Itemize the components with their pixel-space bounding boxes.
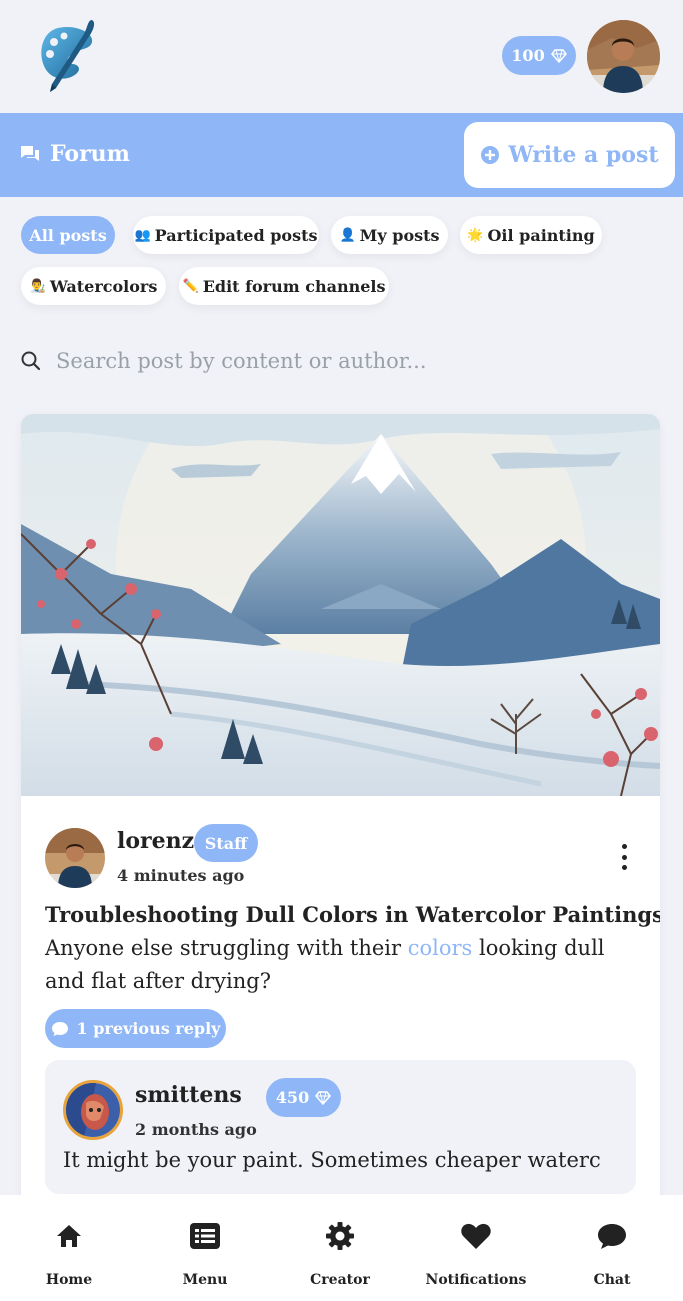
filter-chip-watercolors[interactable]: 👨‍🎨 Watercolors — [21, 267, 166, 305]
gem-balance-value: 100 — [511, 46, 545, 65]
people-icon: 👥 — [134, 227, 151, 243]
forum-chat-icon — [21, 146, 39, 161]
search-input[interactable]: Search post by content or author... — [56, 349, 427, 373]
plus-circle-icon — [481, 146, 500, 164]
nav-home[interactable]: Home — [1, 1195, 137, 1301]
post-title[interactable]: Troubleshooting Dull Colors in Watercolo… — [45, 902, 660, 927]
diamond-icon — [315, 1090, 332, 1105]
reply-timestamp: 2 months ago — [135, 1120, 257, 1139]
bottom-navigation: Home Menu Creator Notifications Chat — [0, 1195, 683, 1301]
nav-creator[interactable]: Creator — [272, 1195, 408, 1301]
top-bar: 100 — [0, 0, 683, 113]
forum-title: Forum — [20, 141, 130, 167]
artist-icon: 👨‍🎨 — [29, 278, 46, 294]
menu-list-icon — [190, 1223, 220, 1249]
reply-author-avatar[interactable] — [63, 1080, 123, 1140]
filter-chip-all-posts[interactable]: All posts — [21, 216, 115, 254]
post-author-name[interactable]: lorenz — [117, 828, 194, 854]
reply-text: It might be your paint. Sometimes cheape… — [63, 1148, 601, 1172]
pencil-icon: ✏️ — [182, 278, 199, 294]
reply-author-name[interactable]: smittens — [135, 1082, 242, 1108]
nav-chat[interactable]: Chat — [544, 1195, 680, 1301]
speech-bubble-icon — [51, 1021, 68, 1036]
filter-chip-my-posts[interactable]: 👤 My posts — [331, 216, 448, 254]
search-bar[interactable]: Search post by content or author... — [20, 340, 660, 382]
search-icon — [21, 351, 41, 371]
diamond-icon — [550, 48, 567, 63]
previous-replies-button[interactable]: 1 previous reply — [45, 1009, 226, 1048]
nav-notifications[interactable]: Notifications — [408, 1195, 544, 1301]
forum-header-bar: Forum Write a post — [0, 113, 683, 197]
filter-chip-oil-painting[interactable]: 🌟 Oil painting — [460, 216, 602, 254]
reply-preview[interactable]: smittens 450 2 months ago It might be yo… — [45, 1060, 636, 1194]
gear-icon — [326, 1222, 354, 1250]
filter-chip-edit-channels[interactable]: ✏️ Edit forum channels — [179, 267, 389, 305]
star-icon: 🌟 — [467, 227, 484, 243]
more-options-icon[interactable] — [614, 844, 634, 870]
post-image[interactable] — [21, 414, 660, 796]
home-icon — [57, 1225, 81, 1247]
filter-chip-participated-posts[interactable]: 👥 Participated posts — [133, 216, 319, 254]
reply-gem-badge: 450 — [266, 1078, 341, 1117]
staff-badge: Staff — [194, 824, 258, 862]
user-avatar[interactable] — [587, 20, 660, 93]
nav-menu[interactable]: Menu — [137, 1195, 273, 1301]
heart-icon — [461, 1223, 491, 1249]
write-post-button[interactable]: Write a post — [464, 122, 675, 188]
post-body-link[interactable]: colors — [408, 936, 473, 960]
post-timestamp: 4 minutes ago — [117, 866, 245, 885]
post-card[interactable]: lorenz Staff 4 minutes ago Troubleshooti… — [21, 414, 660, 1214]
post-body: Anyone else struggling with their colors… — [45, 936, 605, 993]
person-icon: 👤 — [339, 227, 356, 243]
gem-balance-badge[interactable]: 100 — [502, 36, 576, 75]
chat-icon — [598, 1224, 626, 1249]
post-author-avatar[interactable] — [45, 828, 105, 888]
palette-brush-logo[interactable] — [36, 18, 100, 94]
